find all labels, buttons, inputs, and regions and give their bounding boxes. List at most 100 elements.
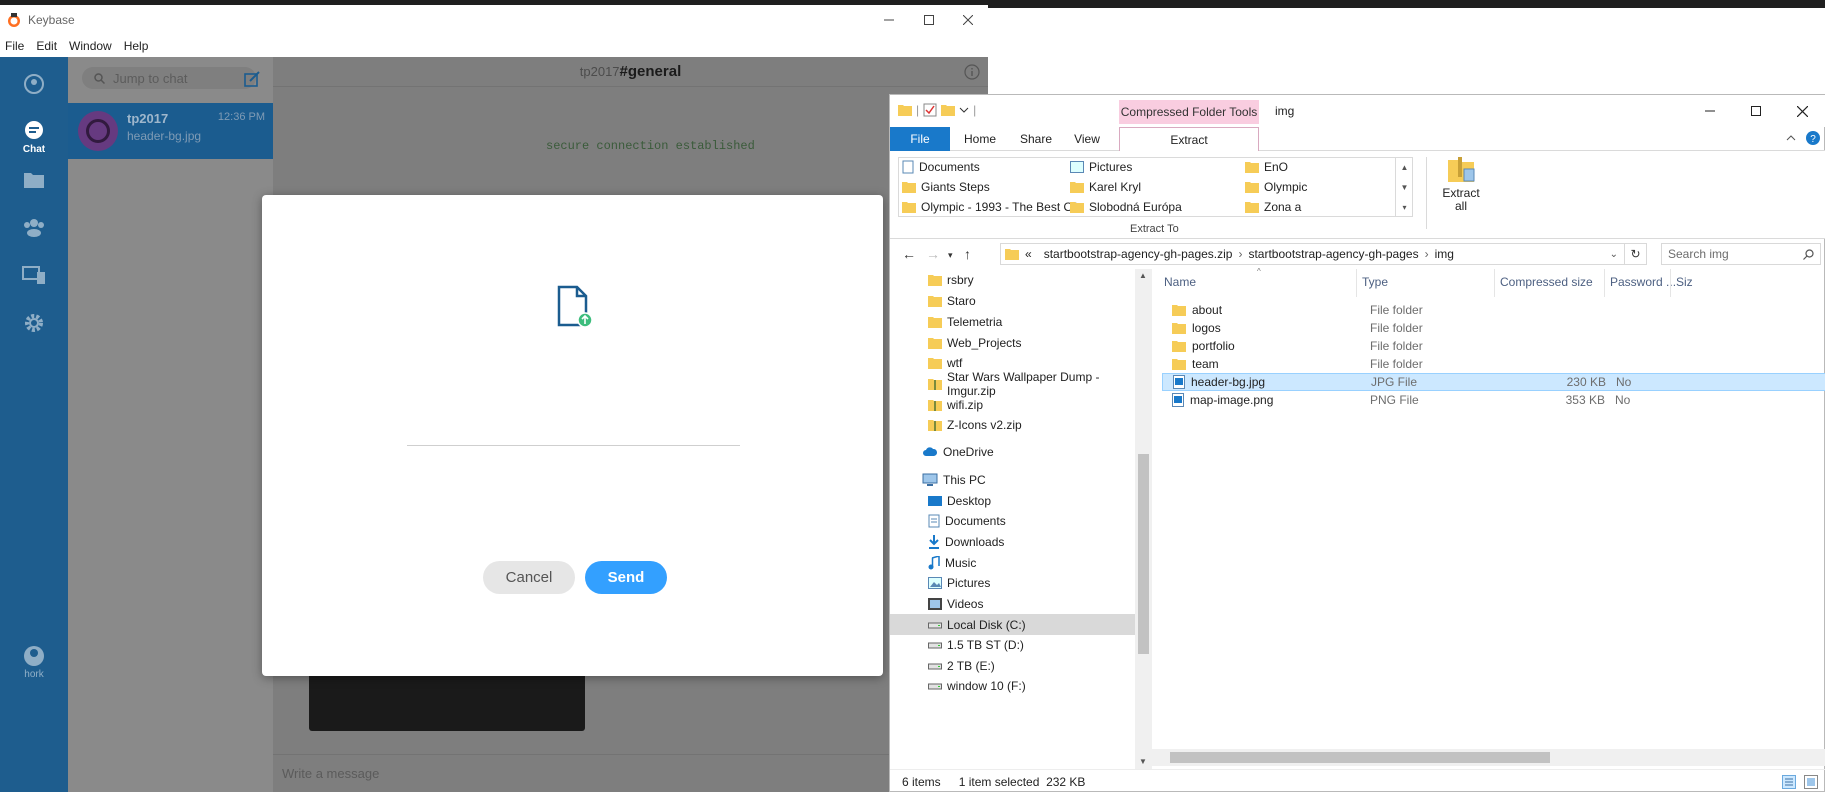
nav-item-videos[interactable]: Videos [890, 593, 1135, 614]
chevron-down-icon[interactable]: ⌄ [1610, 249, 1618, 260]
nav-item-window-10-f[interactable]: window 10 (F:) [890, 675, 1135, 696]
nav-teams[interactable] [0, 217, 68, 237]
column-header-name[interactable]: Name [1164, 275, 1196, 291]
nav-item-downloads[interactable]: Downloads [890, 531, 1135, 552]
extract-to-zona-a[interactable]: Zona a [1245, 197, 1301, 217]
extract-to-pictures[interactable]: Pictures [1070, 157, 1132, 177]
file-row[interactable]: logos File folder [1162, 319, 1825, 337]
scroll-up-arrow[interactable]: ▲ [1139, 271, 1147, 280]
gallery-scroll[interactable]: ▲ ▼ ▾ [1395, 157, 1413, 217]
file-row[interactable]: header-bg.jpg JPG File 230 KB No [1162, 373, 1825, 391]
extract-to-eno[interactable]: EnO [1245, 157, 1288, 177]
cancel-button[interactable]: Cancel [483, 561, 575, 594]
nav-item-rsbry[interactable]: rsbry [890, 269, 1135, 290]
nav-item-music[interactable]: Music [890, 552, 1135, 573]
extract-to-giants-steps[interactable]: Giants Steps [902, 177, 990, 197]
nav-item-onedrive[interactable]: OneDrive [890, 441, 1135, 462]
nav-item-web-projects[interactable]: Web_Projects [890, 332, 1135, 353]
keybase-title-bar[interactable]: Keybase [0, 5, 988, 35]
column-header-size[interactable]: Siz [1676, 275, 1693, 291]
tab-file[interactable]: File [890, 127, 950, 151]
extract-to-olympic[interactable]: Olympic [1245, 177, 1307, 197]
file-explorer-window: | | Compressed Folder Tools img File Hom… [889, 94, 1825, 792]
file-row[interactable]: portfolio File folder [1162, 337, 1825, 355]
nav-item-wifi-zip[interactable]: wifi.zip [890, 394, 1135, 415]
large-icons-view-icon[interactable] [1804, 775, 1818, 789]
menu-edit[interactable]: Edit [31, 39, 64, 53]
recent-locations-button[interactable]: ▾ [948, 250, 953, 261]
nav-item-desktop[interactable]: Desktop [890, 490, 1135, 511]
forward-button[interactable]: → [926, 246, 940, 262]
up-button[interactable]: ↑ [964, 246, 971, 262]
nav-item-z-icons-v2-zip[interactable]: Z-Icons v2.zip [890, 414, 1135, 435]
horizontal-scroll-thumb[interactable] [1170, 752, 1550, 763]
extract-to-slobodna-europa[interactable]: Slobodná Európa [1070, 197, 1182, 217]
message-input[interactable]: Write a message [273, 754, 988, 792]
column-header-compressed-size[interactable]: Compressed size [1500, 275, 1593, 291]
folder-icon [1172, 340, 1186, 352]
maximize-button[interactable] [1733, 95, 1779, 127]
close-button[interactable] [945, 5, 991, 35]
extract-to-karel-kryl[interactable]: Karel Kryl [1070, 177, 1141, 197]
address-segment[interactable]: startbootstrap-agency-gh-pages.zip [1044, 247, 1233, 261]
nav-item-staro[interactable]: Staro [890, 290, 1135, 311]
keybase-menu-bar: File Edit Window Help [0, 35, 988, 57]
folder-icon[interactable] [898, 104, 912, 116]
close-button[interactable] [1779, 95, 1825, 127]
nav-user[interactable]: hork [0, 645, 68, 680]
help-icon[interactable]: ? [1806, 131, 1820, 145]
file-row[interactable]: about File folder [1162, 301, 1825, 319]
nav-settings[interactable] [0, 312, 68, 334]
tab-view[interactable]: View [1062, 127, 1112, 151]
navigation-scroll-thumb[interactable] [1138, 454, 1149, 654]
nav-item-this-pc[interactable]: This PC [890, 469, 1135, 490]
sort-ascending-icon: ^ [1257, 267, 1261, 276]
column-header-type[interactable]: Type [1362, 275, 1388, 291]
tab-home[interactable]: Home [950, 127, 1010, 151]
chevron-down-icon[interactable] [959, 105, 969, 115]
address-prefix[interactable]: « [1025, 247, 1032, 261]
compose-button[interactable] [244, 71, 260, 87]
send-button[interactable]: Send [585, 561, 667, 594]
properties-icon[interactable] [923, 103, 937, 117]
address-bar[interactable]: « startbootstrap-agency-gh-pages.zip › s… [1000, 243, 1625, 265]
nav-item-telemetria[interactable]: Telemetria [890, 311, 1135, 332]
file-password-cell: No [1615, 393, 1631, 407]
menu-file[interactable]: File [0, 39, 31, 53]
nav-chat[interactable]: Chat [0, 120, 68, 155]
nav-item-pictures[interactable]: Pictures [890, 572, 1135, 593]
extract-to-olympic-best-of[interactable]: Olympic - 1993 - The Best Of [902, 197, 1076, 217]
back-button[interactable]: ← [902, 246, 916, 262]
file-row[interactable]: team File folder [1162, 355, 1825, 373]
nav-item-1-5-tb-st-d[interactable]: 1.5 TB ST (D:) [890, 634, 1135, 655]
caption-input[interactable] [407, 445, 740, 446]
column-header-password[interactable]: Password ... [1610, 275, 1676, 291]
menu-window[interactable]: Window [64, 39, 119, 53]
refresh-button[interactable]: ↻ [1625, 243, 1647, 265]
details-view-icon[interactable] [1782, 775, 1796, 789]
nav-files[interactable] [0, 171, 68, 189]
extract-to-documents[interactable]: Documents [902, 157, 980, 177]
address-segment[interactable]: startbootstrap-agency-gh-pages [1248, 247, 1418, 261]
explorer-title-bar[interactable]: | | Compressed Folder Tools img [890, 95, 1825, 127]
nav-item-local-disk-c[interactable]: Local Disk (C:) [890, 614, 1135, 635]
scroll-down-arrow[interactable]: ▼ [1139, 757, 1147, 766]
file-row[interactable]: map-image.png PNG File 353 KB No [1162, 391, 1825, 409]
chevron-up-icon[interactable] [1786, 133, 1796, 143]
nav-devices[interactable] [0, 265, 68, 285]
extract-all-button[interactable]: Extract all [1435, 155, 1487, 215]
new-folder-icon[interactable] [941, 104, 956, 116]
minimize-button[interactable] [1687, 95, 1733, 127]
nav-item-documents[interactable]: Documents [890, 510, 1135, 531]
address-segment[interactable]: img [1435, 247, 1454, 261]
tab-share[interactable]: Share [1010, 127, 1062, 151]
nav-people[interactable] [0, 73, 68, 95]
conversation-row[interactable]: tp2017 header-bg.jpg 12:36 PM [68, 103, 273, 159]
nav-item-star-wars-wallpaper-dump-imgur-zip[interactable]: Star Wars Wallpaper Dump - Imgur.zip [890, 370, 1135, 398]
nav-item-2-tb-e[interactable]: 2 TB (E:) [890, 655, 1135, 676]
search-input[interactable]: Search img [1661, 243, 1821, 265]
jump-to-chat-input[interactable]: Jump to chat [82, 67, 256, 89]
info-button[interactable] [964, 64, 980, 80]
tab-extract[interactable]: Extract [1119, 127, 1259, 152]
menu-help[interactable]: Help [119, 39, 156, 53]
